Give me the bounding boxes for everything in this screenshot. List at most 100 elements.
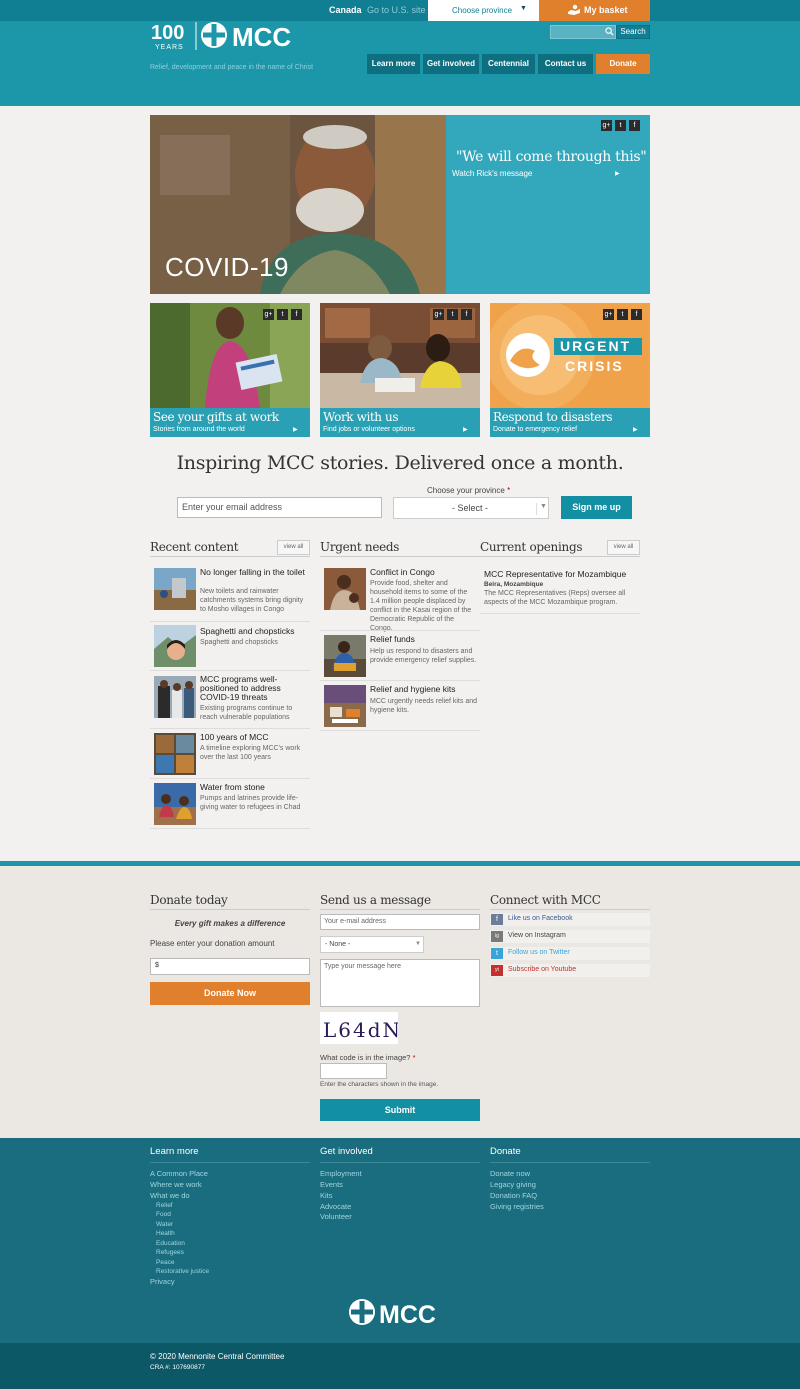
- footer-link-a-common-place[interactable]: A Common Place: [150, 1169, 208, 1178]
- message-topic-select[interactable]: - None - ▼: [320, 936, 424, 953]
- list-item[interactable]: 100 years of MCC A timeline exploring MC…: [150, 730, 310, 779]
- share-icons: g+ t f: [433, 309, 472, 320]
- urgent-badge-top: URGENT: [560, 338, 631, 354]
- twitter-icon[interactable]: t: [277, 309, 288, 320]
- youtube-link[interactable]: yt Subscribe on Youtube: [490, 964, 650, 977]
- divider: [480, 613, 640, 614]
- footer-learn-heading: Learn more: [150, 1146, 199, 1157]
- instagram-link[interactable]: ig View on Instagram: [490, 930, 650, 943]
- basket-button[interactable]: My basket: [539, 0, 650, 21]
- footer-link-what-we-do[interactable]: What we do: [150, 1191, 190, 1200]
- footer-link-privacy[interactable]: Privacy: [150, 1277, 175, 1286]
- twitter-icon[interactable]: t: [615, 120, 626, 131]
- required-marker: *: [507, 486, 511, 495]
- search-button[interactable]: Search: [616, 25, 650, 39]
- nav-contact-us[interactable]: Contact us: [538, 54, 593, 74]
- donation-amount-input[interactable]: $: [150, 958, 310, 975]
- recent-view-all-button[interactable]: view all: [277, 540, 310, 555]
- facebook-icon[interactable]: f: [631, 309, 642, 320]
- hero-link[interactable]: Watch Rick's message: [452, 169, 532, 178]
- mcc-footer-logo[interactable]: MCC: [348, 1298, 453, 1326]
- search-icon[interactable]: [605, 27, 614, 36]
- list-item[interactable]: Water from stone Pumps and latrines prov…: [150, 780, 310, 829]
- province-label: Choose your province *: [427, 486, 510, 495]
- facebook-icon[interactable]: f: [291, 309, 302, 320]
- footer-link-events[interactable]: Events: [320, 1180, 343, 1189]
- list-item[interactable]: Relief funds Help us respond to disaster…: [320, 633, 480, 681]
- footer-link-food[interactable]: Food: [156, 1211, 171, 1218]
- footer-link-giving-registries[interactable]: Giving registries: [490, 1202, 544, 1211]
- opening-title[interactable]: MCC Representative for Mozambique: [484, 569, 626, 579]
- arrow-right-icon: ▶: [293, 427, 298, 433]
- google-plus-icon[interactable]: g+: [433, 309, 444, 320]
- sign-up-button[interactable]: Sign me up: [561, 496, 632, 519]
- list-item[interactable]: No longer falling in the toilet New toil…: [150, 566, 310, 622]
- arrow-right-icon: ▶: [463, 427, 468, 433]
- twitter-icon[interactable]: t: [447, 309, 458, 320]
- item-title: MCC programs well-positioned to address …: [200, 674, 281, 702]
- nav-learn-more[interactable]: Learn more: [367, 54, 420, 74]
- footer-link-kits[interactable]: Kits: [320, 1191, 333, 1200]
- divider: [480, 556, 640, 557]
- footer-link-education[interactable]: Education: [156, 1240, 185, 1247]
- nav-get-involved[interactable]: Get involved: [423, 54, 479, 74]
- footer-link-relief[interactable]: Relief: [156, 1202, 173, 1209]
- tile-title: See your gifts at work: [153, 410, 279, 424]
- footer-link-legacy-giving[interactable]: Legacy giving: [490, 1180, 536, 1189]
- youtube-link-label: Subscribe on Youtube: [508, 966, 577, 973]
- donation-amount-label: Please enter your donation amount: [150, 939, 275, 948]
- province-select[interactable]: Choose province ▼: [428, 0, 539, 21]
- submit-button[interactable]: Submit: [320, 1099, 480, 1121]
- footer-link-where-we-work[interactable]: Where we work: [150, 1180, 202, 1189]
- twitter-icon[interactable]: t: [617, 309, 628, 320]
- newsletter-email-input[interactable]: Enter your email address: [177, 497, 382, 518]
- tile-title: Work with us: [323, 410, 399, 424]
- urgent-badge-bottom: CRISIS: [565, 358, 624, 374]
- footer-link-health[interactable]: Health: [156, 1230, 175, 1237]
- facebook-link[interactable]: f Like us on Facebook: [490, 913, 650, 926]
- tile-respond-to-disasters[interactable]: URGENT CRISIS g+ t f Respond to disaster…: [490, 303, 650, 437]
- footer-link-peace[interactable]: Peace: [156, 1259, 174, 1266]
- footer-link-restorative-justice[interactable]: Restorative justice: [156, 1268, 209, 1275]
- footer-link-donation-faq[interactable]: Donation FAQ: [490, 1191, 537, 1200]
- share-icons: g+ t f: [603, 309, 642, 320]
- list-item[interactable]: Spaghetti and chopsticks Spaghetti and c…: [150, 623, 310, 671]
- twitter-link[interactable]: t Follow us on Twitter: [490, 947, 650, 960]
- list-item[interactable]: Relief and hygiene kits MCC urgently nee…: [320, 683, 480, 731]
- nav-donate[interactable]: Donate: [596, 54, 650, 74]
- footer-link-water[interactable]: Water: [156, 1221, 173, 1228]
- google-plus-icon[interactable]: g+: [263, 309, 274, 320]
- item-title: Conflict in Congo: [370, 567, 435, 577]
- tile-work-with-us[interactable]: g+ t f Work with us Find jobs or volunte…: [320, 303, 480, 437]
- message-email-input[interactable]: Your e-mail address: [320, 914, 480, 930]
- divider: [150, 556, 310, 557]
- nav-centennial[interactable]: Centennial: [482, 54, 535, 74]
- country-label: Canada: [329, 5, 362, 15]
- facebook-icon[interactable]: f: [629, 120, 640, 131]
- item-description: Help us respond to disasters and provide…: [370, 648, 477, 664]
- captcha-input[interactable]: [320, 1063, 387, 1079]
- footer-link-advocate[interactable]: Advocate: [320, 1202, 351, 1211]
- footer-link-donate-now[interactable]: Donate now: [490, 1169, 530, 1178]
- tile-gifts-at-work[interactable]: g+ t f See your gifts at work Stories fr…: [150, 303, 310, 437]
- hero-banner[interactable]: "We will come through this" Watch Rick's…: [150, 115, 650, 294]
- message-textarea[interactable]: Type your message here: [320, 959, 480, 1007]
- item-description: Provide food, shelter and household item…: [370, 580, 472, 632]
- mcc-centennial-logo[interactable]: 100 YEARS MCC: [150, 20, 310, 52]
- item-description: Pumps and latrines provide life-giving w…: [200, 795, 301, 811]
- google-plus-icon[interactable]: g+: [603, 309, 614, 320]
- tile-title: Respond to disasters: [493, 410, 613, 424]
- list-item[interactable]: MCC programs well-positioned to address …: [150, 673, 310, 729]
- list-item[interactable]: Conflict in Congo Provide food, shelter …: [320, 566, 480, 632]
- footer-link-refugees[interactable]: Refugees: [156, 1249, 184, 1256]
- google-plus-icon[interactable]: g+: [601, 120, 612, 131]
- openings-view-all-button[interactable]: view all: [607, 540, 640, 555]
- logo-years-sub: YEARS: [155, 44, 184, 51]
- footer-link-volunteer[interactable]: Volunteer: [320, 1212, 352, 1221]
- us-site-link[interactable]: Go to U.S. site: [367, 5, 426, 15]
- footer-link-employment[interactable]: Employment: [320, 1169, 362, 1178]
- donate-now-button[interactable]: Donate Now: [150, 982, 310, 1005]
- item-description: Existing programs continue to reach vuln…: [200, 705, 293, 721]
- newsletter-province-select[interactable]: - Select - ▼: [393, 497, 549, 519]
- facebook-icon[interactable]: f: [461, 309, 472, 320]
